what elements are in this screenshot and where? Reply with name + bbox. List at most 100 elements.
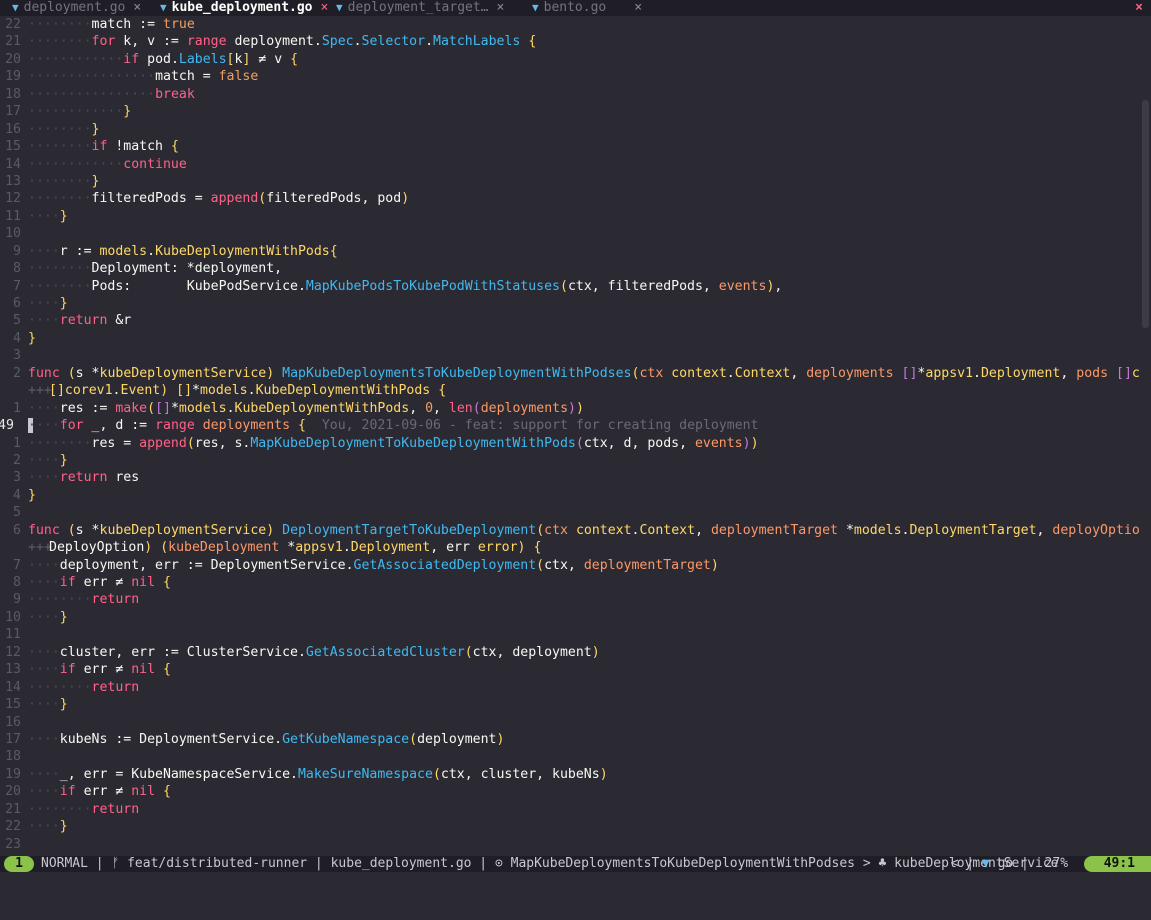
code-line[interactable]: 19 ····_, err = KubeNamespaceService.Make… xyxy=(0,766,1140,783)
code-line[interactable]: 11 ····} xyxy=(0,208,1140,225)
code-line[interactable]: 16 xyxy=(0,714,1140,731)
line-number: 14 xyxy=(5,679,21,695)
code-line[interactable]: +++ []corev1.Event) []*models.KubeDeploym… xyxy=(0,382,1140,399)
code-text: ····} xyxy=(28,296,68,311)
code-text: ········Pods: KubePodService.MapKubePods… xyxy=(28,278,783,294)
code-line[interactable]: 11 xyxy=(0,626,1140,643)
code-line[interactable]: 7 ····deployment, err := DeploymentServic… xyxy=(0,557,1140,574)
code-line[interactable]: 22 ········match := true xyxy=(0,16,1140,33)
code-text: ················break xyxy=(28,86,195,102)
code-line[interactable]: 12 ········filteredPods = append(filtered… xyxy=(0,190,1140,207)
code-text: ····deployment, err := DeploymentService… xyxy=(28,557,719,573)
code-line[interactable]: 12 ····cluster, err := ClusterService.Get… xyxy=(0,644,1140,661)
code-line[interactable]: 1 ····res := make([]*models.KubeDeploymen… xyxy=(0,400,1140,417)
code-line[interactable]: 17 ············} xyxy=(0,103,1140,120)
line-number: 1 xyxy=(13,435,21,451)
tab-bento-go[interactable]: ▼ bento.go × xyxy=(532,0,642,16)
go-file-icon: ▼ xyxy=(160,1,167,14)
code-line[interactable]: 23 xyxy=(0,836,1140,853)
code-line[interactable]: 15 ········if !match { xyxy=(0,138,1140,155)
close-window-button[interactable]: × xyxy=(1135,0,1143,15)
code-line[interactable]: 7 ········Pods: KubePodService.MapKubePod… xyxy=(0,278,1140,295)
code-line[interactable]: 8 ····if err ≠ nil { xyxy=(0,574,1140,591)
code-text: ········return xyxy=(28,592,140,608)
code-line[interactable]: 10 xyxy=(0,225,1140,242)
tab-close-button[interactable]: × xyxy=(497,0,505,15)
tab-deployment-go[interactable]: ▼ deployment.go × xyxy=(12,0,141,16)
buffer-number: 1 xyxy=(4,856,34,872)
code-line[interactable]: 5 ····return &r xyxy=(0,312,1140,329)
code-line[interactable]: 22 ····} xyxy=(0,818,1140,835)
code-line[interactable]: 6 ····} xyxy=(0,295,1140,312)
code-line[interactable]: 14 ········return xyxy=(0,679,1140,696)
git-branch-icon: ᚠ xyxy=(111,856,120,871)
code-line[interactable]: 3 ····return res xyxy=(0,469,1140,486)
line-number: 2 xyxy=(13,365,21,381)
line-number: 11 xyxy=(5,208,21,224)
command-line[interactable] xyxy=(0,872,1151,891)
line-number: 8 xyxy=(13,261,21,277)
code-line[interactable]: 3 xyxy=(0,347,1140,364)
line-number: 21 xyxy=(5,801,21,817)
code-line[interactable]: 20 ············if pod.Labels[k] ≠ v { xyxy=(0,51,1140,68)
code-line[interactable]: 21 ········for k, v := range deployment.S… xyxy=(0,33,1140,50)
code-line[interactable]: 19 ················match = false xyxy=(0,68,1140,85)
mode-indicator: NORMAL xyxy=(41,856,88,871)
code-text: ····if err ≠ nil { xyxy=(28,662,171,678)
code-line[interactable]: 14 ············continue xyxy=(0,156,1140,173)
code-line[interactable]: 6 func (s *kubeDeploymentService) Deploym… xyxy=(0,522,1140,539)
code-line[interactable]: 9 ····r := models.KubeDeploymentWithPods{ xyxy=(0,243,1140,260)
scroll-percent: 27% xyxy=(1044,856,1069,871)
code-text: } xyxy=(28,487,36,503)
code-line[interactable]: 5 xyxy=(0,504,1140,521)
status-right: < | ▼ go | 27% 49:1 xyxy=(951,856,1151,872)
line-number: 1 xyxy=(13,400,21,416)
code-line[interactable]: 49 ····for _, d := range deployments { Yo… xyxy=(0,417,1140,434)
line-number: 21 xyxy=(5,34,21,50)
tab-close-button[interactable]: × xyxy=(321,0,329,15)
code-text: ············continue xyxy=(28,156,187,172)
code-line[interactable]: 4} xyxy=(0,330,1140,347)
code-text: func (s *kubeDeploymentService) MapKubeD… xyxy=(28,365,1140,381)
line-number: 19 xyxy=(5,69,21,85)
code-line[interactable]: 15 ····} xyxy=(0,696,1140,713)
go-file-icon: ▼ xyxy=(336,1,343,14)
tab-close-button[interactable]: × xyxy=(133,0,141,15)
code-text: ····} xyxy=(28,819,68,835)
code-line[interactable]: 2 ····} xyxy=(0,452,1140,469)
code-text: ········} xyxy=(28,121,100,137)
line-number: 20 xyxy=(5,784,21,800)
line-number: 15 xyxy=(5,697,21,713)
function-icon: ⊙ xyxy=(494,856,503,871)
line-number: 20 xyxy=(5,51,21,67)
code-line[interactable]: 10 ····} xyxy=(0,609,1140,626)
line-number: 22 xyxy=(5,17,21,32)
code-line[interactable]: 1 ········res = append(res, s.MapKubeDepl… xyxy=(0,435,1140,452)
code-text: ····} xyxy=(28,452,68,468)
tab-kube-deployment-go[interactable]: ▼ kube_deployment.go × xyxy=(160,0,328,16)
code-line[interactable]: 4} xyxy=(0,487,1140,504)
code-line[interactable]: 2 func (s *kubeDeploymentService) MapKube… xyxy=(0,365,1140,382)
line-number: 15 xyxy=(5,139,21,155)
code-text: ····kubeNs := DeploymentService.GetKubeN… xyxy=(28,731,505,747)
code-line[interactable]: 13 ····if err ≠ nil { xyxy=(0,661,1140,678)
line-number: 7 xyxy=(13,278,21,294)
code-line[interactable]: 8 ········Deployment: *deployment, xyxy=(0,260,1140,277)
line-number: 18 xyxy=(5,86,21,102)
code-text: ····if err ≠ nil { xyxy=(28,575,171,590)
code-line[interactable]: 20 ····if err ≠ nil { xyxy=(0,783,1140,800)
code-line[interactable]: 21 ········return xyxy=(0,801,1140,818)
code-line[interactable]: 18 ················break xyxy=(0,86,1140,103)
status-left: NORMAL | ᚠ feat/distributed-runner | kub… xyxy=(41,856,1059,871)
code-line[interactable]: 17 ····kubeNs := DeploymentService.GetKub… xyxy=(0,731,1140,748)
scrollbar[interactable] xyxy=(1142,100,1149,328)
code-line[interactable]: +++ DeployOption) (kubeDeployment *appsv1… xyxy=(0,539,1140,556)
code-text: ····return &r xyxy=(28,313,132,329)
code-line[interactable]: 9 ········return xyxy=(0,591,1140,608)
code-line[interactable]: 18 xyxy=(0,748,1140,765)
code-line[interactable]: 16 ········} xyxy=(0,121,1140,138)
tab-deployment-target[interactable]: ▼ deployment_target… × xyxy=(336,0,504,16)
code-line[interactable]: 13 ········} xyxy=(0,173,1140,190)
tab-close-button[interactable]: × xyxy=(634,0,642,15)
code-editor[interactable]: 22 ········match := true 21 ········for k, … xyxy=(0,16,1140,856)
